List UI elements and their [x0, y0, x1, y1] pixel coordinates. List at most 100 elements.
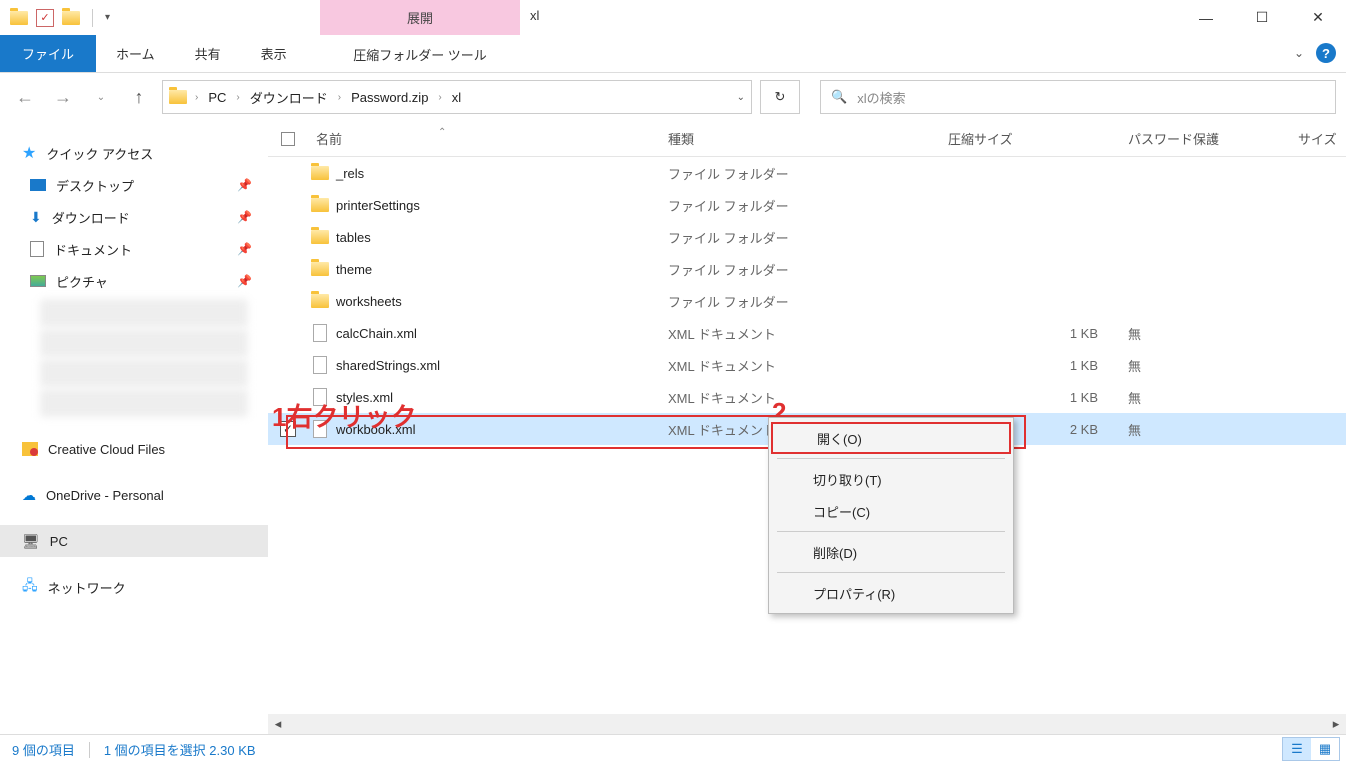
qat-dropdown-icon[interactable]: ▾ [105, 12, 110, 23]
breadcrumb-zip[interactable]: Password.zip [349, 90, 430, 105]
sidebar-item-blurred [40, 359, 248, 387]
sidebar-pc[interactable]: 🖥 PC [0, 525, 268, 557]
file-row[interactable]: sharedStrings.xmlXML ドキュメント1 KB無 [268, 349, 1346, 381]
pc-icon: 🖥 [22, 533, 40, 550]
forward-button[interactable]: → [48, 82, 78, 112]
tab-home[interactable]: ホーム [96, 35, 175, 72]
ctx-delete[interactable]: 削除(D) [769, 536, 1013, 568]
file-row[interactable]: tablesファイル フォルダー [268, 221, 1346, 253]
ctx-open[interactable]: 開く(O) [771, 422, 1011, 454]
tab-view[interactable]: 表示 [241, 35, 307, 72]
pictures-icon [30, 275, 46, 287]
address-dropdown-icon[interactable]: ⌄ [737, 92, 745, 103]
folder-icon [308, 198, 332, 212]
sidebar-label: クイック アクセス [46, 144, 153, 163]
sidebar-documents[interactable]: ドキュメント 📌 [0, 233, 268, 265]
sidebar-onedrive[interactable]: ☁ OneDrive - Personal [0, 479, 268, 511]
pin-icon[interactable]: 📌 [237, 210, 252, 224]
horizontal-scrollbar[interactable]: ◂ ▸ [268, 714, 1346, 734]
file-row[interactable]: worksheetsファイル フォルダー [268, 285, 1346, 317]
help-icon[interactable]: ? [1316, 43, 1336, 63]
pin-icon[interactable]: 📌 [237, 178, 252, 192]
folder-icon [308, 262, 332, 276]
folder-icon [308, 294, 332, 308]
sidebar-creative-cloud[interactable]: Creative Cloud Files [0, 433, 268, 465]
chevron-right-icon[interactable]: › [193, 92, 200, 103]
maximize-button[interactable]: ☐ [1234, 0, 1290, 35]
sidebar-item-blurred [40, 299, 248, 327]
ctx-separator [777, 531, 1005, 532]
sidebar-quick-access[interactable]: ★ クイック アクセス [0, 137, 268, 169]
breadcrumb-pc[interactable]: PC [206, 90, 228, 105]
up-button[interactable]: ↑ [124, 82, 154, 112]
refresh-button[interactable]: ↻ [760, 80, 800, 114]
tab-file[interactable]: ファイル [0, 35, 96, 72]
breadcrumb-xl[interactable]: xl [450, 90, 463, 105]
file-name: sharedStrings.xml [332, 358, 668, 373]
qat-checkbox-icon[interactable]: ✓ [36, 9, 54, 27]
chevron-right-icon[interactable]: › [436, 92, 443, 103]
sidebar-label: ドキュメント [54, 240, 132, 259]
column-name[interactable]: 名前⌃ [308, 129, 668, 148]
qat-folder-icon[interactable] [62, 9, 80, 27]
chevron-right-icon[interactable]: › [336, 92, 343, 103]
minimize-button[interactable]: — [1178, 0, 1234, 35]
qat-separator [92, 9, 93, 27]
folder-icon [308, 166, 332, 180]
file-row[interactable]: printerSettingsファイル フォルダー [268, 189, 1346, 221]
status-separator [89, 742, 90, 758]
column-size2[interactable]: サイズ [1298, 129, 1346, 148]
sidebar-label: OneDrive - Personal [46, 488, 164, 503]
file-icon [308, 356, 332, 374]
pin-icon[interactable]: 📌 [237, 274, 252, 288]
file-list-pane: 名前⌃ 種類 圧縮サイズ パスワード保護 サイズ _relsファイル フォルダー… [268, 121, 1346, 734]
network-icon: 🖧 [22, 575, 38, 599]
sidebar-pictures[interactable]: ピクチャ 📌 [0, 265, 268, 297]
ctx-properties[interactable]: プロパティ(R) [769, 577, 1013, 609]
pin-icon[interactable]: 📌 [237, 242, 252, 256]
column-password[interactable]: パスワード保護 [1128, 129, 1298, 148]
file-icon [308, 324, 332, 342]
ctx-cut[interactable]: 切り取り(T) [769, 463, 1013, 495]
status-bar: 9 個の項目 1 個の項目を選択 2.30 KB ☰ ▦ [0, 734, 1346, 764]
tab-share[interactable]: 共有 [175, 35, 241, 72]
file-row[interactable]: styles.xmlXML ドキュメント1 KB無 [268, 381, 1346, 413]
address-folder-icon [169, 88, 187, 106]
ctx-copy[interactable]: コピー(C) [769, 495, 1013, 527]
file-type: ファイル フォルダー [668, 260, 948, 279]
file-size: 1 KB [948, 326, 1128, 341]
file-type: ファイル フォルダー [668, 196, 948, 215]
details-view-button[interactable]: ☰ [1283, 738, 1311, 760]
file-name: _rels [332, 166, 668, 181]
file-type: ファイル フォルダー [668, 164, 948, 183]
file-password: 無 [1128, 420, 1298, 439]
view-toggle: ☰ ▦ [1282, 737, 1340, 761]
file-type: XML ドキュメント [668, 356, 948, 375]
column-size[interactable]: 圧縮サイズ [948, 129, 1128, 148]
close-button[interactable]: ✕ [1290, 0, 1346, 35]
back-button[interactable]: ← [10, 82, 40, 112]
file-row[interactable]: themeファイル フォルダー [268, 253, 1346, 285]
scroll-left-icon[interactable]: ◂ [268, 714, 288, 734]
address-bar[interactable]: › PC › ダウンロード › Password.zip › xl ⌄ [162, 80, 752, 114]
file-type: ファイル フォルダー [668, 292, 948, 311]
tab-compressed-tools[interactable]: 圧縮フォルダー ツール [320, 35, 520, 73]
sidebar-network[interactable]: 🖧 ネットワーク [0, 571, 268, 603]
file-row[interactable]: calcChain.xmlXML ドキュメント1 KB無 [268, 317, 1346, 349]
chevron-right-icon[interactable]: › [234, 92, 241, 103]
annotation-1: 1右クリック [272, 397, 416, 434]
file-type: XML ドキュメント [668, 388, 948, 407]
column-type[interactable]: 種類 [668, 129, 948, 148]
search-input[interactable]: 🔍 xlの検索 [820, 80, 1336, 114]
thumbnails-view-button[interactable]: ▦ [1311, 738, 1339, 760]
file-row[interactable]: _relsファイル フォルダー [268, 157, 1346, 189]
recent-dropdown-icon[interactable]: ⌄ [86, 82, 116, 112]
scroll-right-icon[interactable]: ▸ [1326, 714, 1346, 734]
column-checkbox[interactable] [268, 132, 308, 146]
sidebar-downloads[interactable]: ⬇ ダウンロード 📌 [0, 201, 268, 233]
file-type: ファイル フォルダー [668, 228, 948, 247]
breadcrumb-downloads[interactable]: ダウンロード [248, 88, 330, 107]
navigation-sidebar: ★ クイック アクセス デスクトップ 📌 ⬇ ダウンロード 📌 ドキュメント 📌… [0, 121, 268, 734]
ribbon-collapse-icon[interactable]: ⌄ [1294, 46, 1304, 60]
sidebar-desktop[interactable]: デスクトップ 📌 [0, 169, 268, 201]
